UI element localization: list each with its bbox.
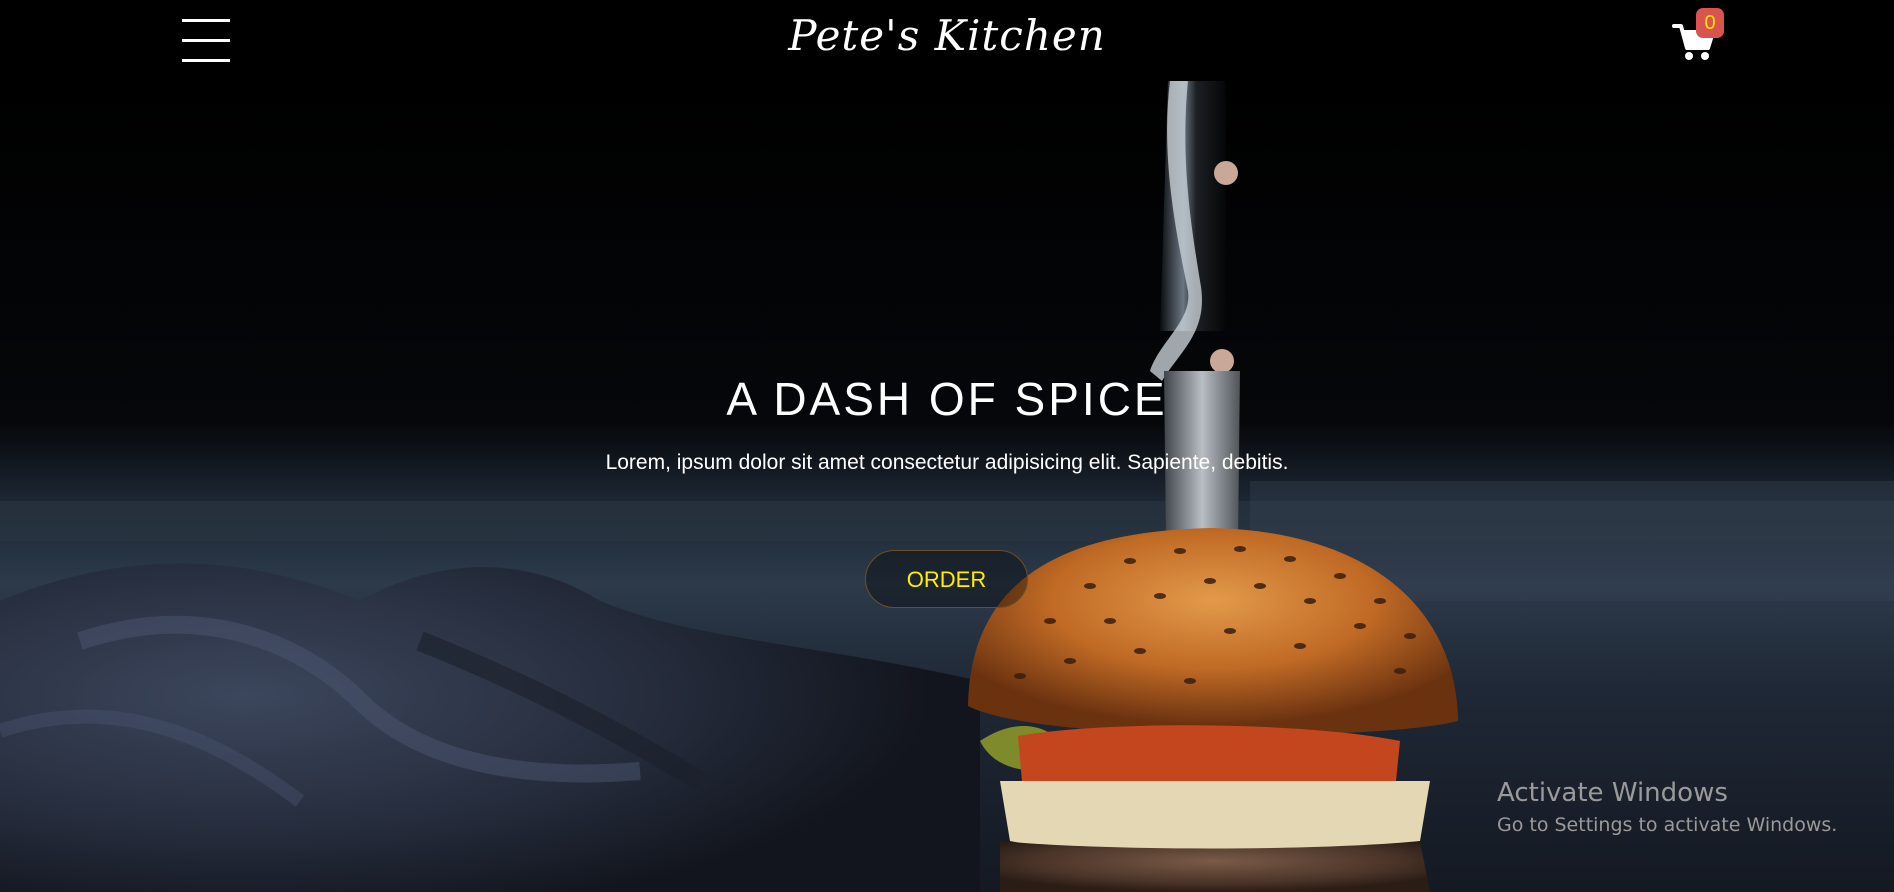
landing-page: Pete's Kitchen 0 A DASH OF SPICE Lorem, … [0,0,1894,892]
cart-button[interactable]: 0 [1672,8,1724,62]
hero-title: A DASH OF SPICE [726,373,1168,425]
windows-activation-watermark: Activate Windows Go to Settings to activ… [1497,775,1837,839]
order-button[interactable]: ORDER [865,550,1028,608]
menu-bar-line [182,59,230,62]
menu-bar-line [182,39,230,42]
top-navbar: Pete's Kitchen 0 [0,0,1894,81]
menu-bar-line [182,19,230,22]
hamburger-menu-icon[interactable] [182,19,230,63]
hero-section: A DASH OF SPICE Lorem, ipsum dolor sit a… [0,81,1894,892]
hero-subtitle: Lorem, ipsum dolor sit amet consectetur … [605,451,1289,474]
watermark-title: Activate Windows [1497,778,1728,808]
hero-burger-photo [0,81,1894,892]
watermark-subtitle: Go to Settings to activate Windows. [1497,814,1838,836]
cart-count-badge: 0 [1696,8,1724,38]
brand-logo-text[interactable]: Pete's Kitchen [747,6,1147,66]
